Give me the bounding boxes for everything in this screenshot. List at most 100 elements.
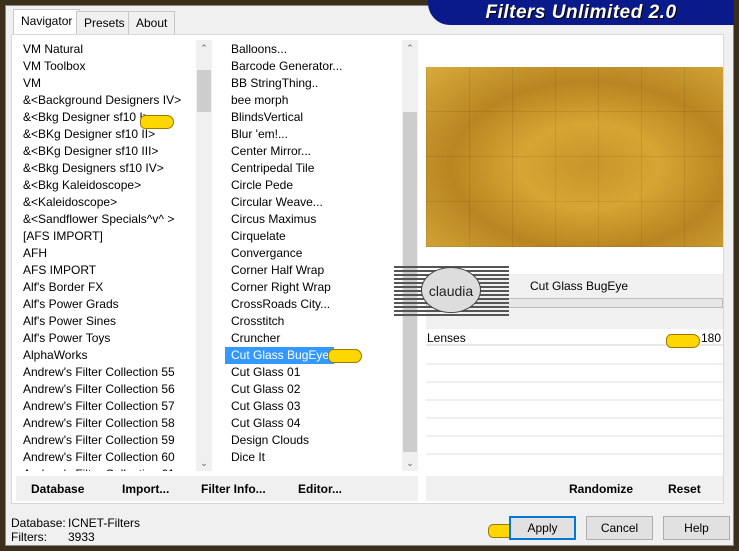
list-item[interactable]: Corner Right Wrap xyxy=(225,279,402,296)
list-item[interactable]: Cut Glass 04 xyxy=(225,415,402,432)
list-item-label: &<Bkg Designer sf10 I> xyxy=(23,110,150,124)
list-item-label: Cut Glass 02 xyxy=(231,382,301,396)
list-item-label: AFS IMPORT xyxy=(23,263,97,277)
scroll-up-icon[interactable]: ⌃ xyxy=(402,40,418,56)
list-item[interactable]: &<Background Designers IV> xyxy=(17,92,196,109)
list-item[interactable]: Andrew's Filter Collection 59 xyxy=(17,432,196,449)
list-item[interactable]: Dice It xyxy=(225,449,402,466)
list-item-label: Circus Maximus xyxy=(231,212,317,226)
cancel-button[interactable]: Cancel xyxy=(586,516,653,540)
list-item[interactable]: &<Sandflower Specials^v^ > xyxy=(17,211,196,228)
list-item[interactable]: BlindsVertical xyxy=(225,109,402,126)
list-item[interactable]: Cut Glass 01 xyxy=(225,364,402,381)
list-item[interactable]: &<Bkg Designers sf10 IV> xyxy=(17,160,196,177)
param-value[interactable]: 180 xyxy=(701,331,721,345)
list-item[interactable]: Andrew's Filter Collection 58 xyxy=(17,415,196,432)
filters-count: 3933 xyxy=(68,530,95,544)
list-item-label: &<BKg Designer sf10 II> xyxy=(23,127,156,141)
list-item[interactable]: bee morph xyxy=(225,92,402,109)
list-item[interactable]: VM Natural xyxy=(17,41,196,58)
param-row-empty xyxy=(426,402,723,419)
list-item[interactable]: &<Bkg Kaleidoscope> xyxy=(17,177,196,194)
list-item-label: Dice It xyxy=(231,450,266,464)
filter-name: Cut Glass BugEye xyxy=(530,279,629,293)
list-item[interactable]: Balloons... xyxy=(225,41,402,58)
list-item[interactable]: Center Mirror... xyxy=(225,143,402,160)
list-item[interactable]: Andrew's Filter Collection 55 xyxy=(17,364,196,381)
tab-navigator[interactable]: Navigator xyxy=(13,9,81,35)
list-item[interactable]: Alf's Border FX xyxy=(17,279,196,296)
tab-presets[interactable]: Presets xyxy=(76,11,133,34)
list-item-label: Andrew's Filter Collection 59 xyxy=(23,433,175,447)
watermark-logo: claudia xyxy=(394,264,509,316)
list-item[interactable]: VM Toolbox xyxy=(17,58,196,75)
scroll-up-icon[interactable]: ⌃ xyxy=(196,40,212,56)
category-list[interactable]: VM Natural VM Toolbox VM &<Background Desig… xyxy=(17,40,196,471)
database-button[interactable]: Database xyxy=(31,482,84,496)
list-item[interactable]: Andrew's Filter Collection 60 xyxy=(17,449,196,466)
list-item[interactable]: Cruncher xyxy=(225,330,402,347)
filters-label: Filters: xyxy=(11,530,47,544)
scroll-down-icon[interactable]: ⌄ xyxy=(402,455,418,471)
list-item[interactable]: Centripedal Tile xyxy=(225,160,402,177)
list-item[interactable]: CrossRoads City... xyxy=(225,296,402,313)
list-item[interactable]: Corner Half Wrap xyxy=(225,262,402,279)
list-item[interactable]: AFS IMPORT xyxy=(17,262,196,279)
list-item[interactable]: Alf's Power Grads xyxy=(17,296,196,313)
filter-list[interactable]: Balloons... Barcode Generator... BB String… xyxy=(225,40,402,471)
list-item[interactable]: Design Clouds xyxy=(225,432,402,449)
list-item[interactable]: Cut Glass 02 xyxy=(225,381,402,398)
list-item-label: CrossRoads City... xyxy=(231,297,331,311)
list-item[interactable]: Andrew's Filter Collection 57 xyxy=(17,398,196,415)
list-item[interactable]: [AFS IMPORT] xyxy=(17,228,196,245)
param-row-empty xyxy=(426,366,723,383)
filter-info-button[interactable]: Filter Info... xyxy=(201,482,266,496)
help-button[interactable]: Help xyxy=(663,516,730,540)
list-item-label: AlphaWorks xyxy=(23,348,88,362)
list-item[interactable]: Cut Glass BugEye xyxy=(225,347,402,364)
list-item[interactable]: Alf's Power Sines xyxy=(17,313,196,330)
list-item[interactable]: BB StringThing.. xyxy=(225,75,402,92)
tab-about[interactable]: About xyxy=(128,11,176,34)
list-item-label: bee morph xyxy=(231,93,289,107)
list-item[interactable]: Cirquelate xyxy=(225,228,402,245)
list-item[interactable]: Circle Pede xyxy=(225,177,402,194)
list-item-label: Cirquelate xyxy=(231,229,286,243)
param-row-empty xyxy=(426,438,723,455)
param-label: Lenses xyxy=(427,331,466,345)
list-item-label: VM xyxy=(23,76,41,90)
list-item[interactable]: AFH xyxy=(17,245,196,262)
list-item[interactable]: &<Kaleidoscope> xyxy=(17,194,196,211)
list-item[interactable]: Cut Glass 03 xyxy=(225,398,402,415)
list-item-label: Crosstitch xyxy=(231,314,285,328)
list-item[interactable]: AlphaWorks xyxy=(17,347,196,364)
randomize-button[interactable]: Randomize xyxy=(569,482,633,496)
scroll-down-icon[interactable]: ⌄ xyxy=(196,455,212,471)
list-item-label: &<Bkg Kaleidoscope> xyxy=(23,178,142,192)
reset-button[interactable]: Reset xyxy=(668,482,701,496)
category-scrollbar[interactable]: ⌃ ⌄ xyxy=(196,40,212,471)
import-button[interactable]: Import... xyxy=(122,482,169,496)
list-item[interactable]: &<BKg Designer sf10 III> xyxy=(17,143,196,160)
filter-scrollbar[interactable]: ⌃ ⌄ xyxy=(402,40,418,471)
app-title-banner: Filters Unlimited 2.0 xyxy=(428,0,734,25)
list-item-label: VM Toolbox xyxy=(23,59,86,73)
list-item-label: &<Bkg Designers sf10 IV> xyxy=(23,161,164,175)
list-item[interactable]: Crosstitch xyxy=(225,313,402,330)
list-item[interactable]: Blur 'em!... xyxy=(225,126,402,143)
list-item-label: Center Mirror... xyxy=(231,144,312,158)
apply-button[interactable]: Apply xyxy=(509,516,576,540)
list-item[interactable]: Circular Weave... xyxy=(225,194,402,211)
list-item[interactable]: Andrew's Filter Collection 56 xyxy=(17,381,196,398)
param-row-empty xyxy=(426,348,723,365)
list-item-label: Corner Right Wrap xyxy=(231,280,331,294)
param-row-empty xyxy=(426,420,723,437)
list-item[interactable]: VM xyxy=(17,75,196,92)
list-item[interactable]: Alf's Power Toys xyxy=(17,330,196,347)
list-item[interactable]: Convergance xyxy=(225,245,402,262)
list-item[interactable]: Circus Maximus xyxy=(225,211,402,228)
list-item[interactable]: Andrew's Filter Collection 61 xyxy=(17,466,196,471)
scroll-thumb[interactable] xyxy=(197,70,211,112)
list-item[interactable]: Barcode Generator... xyxy=(225,58,402,75)
editor-button[interactable]: Editor... xyxy=(298,482,342,496)
